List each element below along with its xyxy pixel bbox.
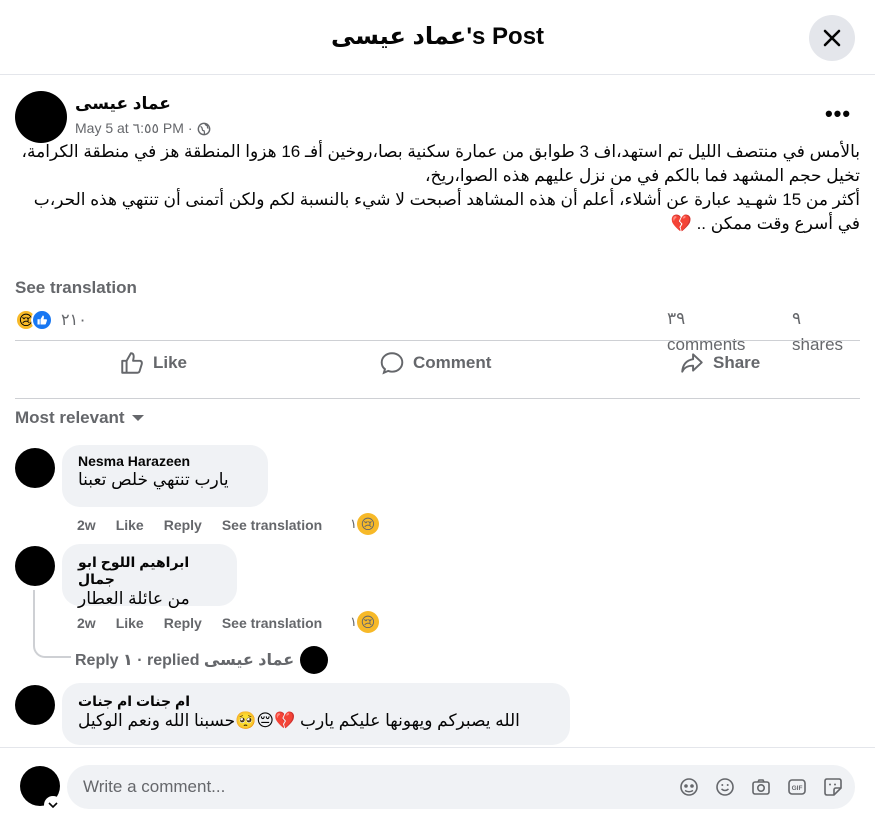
comment-time[interactable]: 2w xyxy=(77,615,96,631)
post-paragraph: تخيل حجم المشهد فما بالكم في من نزل عليه… xyxy=(424,166,860,185)
commenter-avatar[interactable] xyxy=(15,546,55,586)
divider xyxy=(15,340,860,341)
like-label: Like xyxy=(153,353,188,372)
comment-reply-button[interactable]: Reply xyxy=(164,517,202,533)
sort-label: Most relevant xyxy=(15,408,125,427)
gif-icon[interactable]: GIF xyxy=(785,775,809,799)
divider xyxy=(15,398,860,399)
comment-icon xyxy=(380,352,404,375)
emoji-icon[interactable] xyxy=(713,775,737,799)
post-text: بالأمس في منتصف الليل تم استهد،اف 3 طواب… xyxy=(14,140,860,236)
author-avatar[interactable] xyxy=(15,91,67,143)
comment-time[interactable]: 2w xyxy=(77,517,96,533)
comment-reaction-count: ١ xyxy=(350,614,357,629)
see-translation-link[interactable]: See translation xyxy=(15,278,137,298)
like-button[interactable]: Like xyxy=(119,350,187,376)
like-reaction-icon xyxy=(31,309,53,331)
shares-count-label: shares xyxy=(792,335,844,354)
comment-reaction[interactable]: ١ 😢 xyxy=(350,611,379,633)
close-button[interactable] xyxy=(809,15,855,61)
author-name[interactable]: عماد عيسى xyxy=(75,94,171,114)
comment-sort-dropdown[interactable]: Most relevant xyxy=(15,408,145,428)
share-icon xyxy=(681,353,703,373)
comment-reply-button[interactable]: Reply xyxy=(164,615,202,631)
sticker-icon[interactable] xyxy=(821,775,845,799)
sad-reaction-icon: 😢 xyxy=(356,513,379,535)
reactions-count: ٢١٠ xyxy=(61,312,87,329)
post-paragraph: بالأمس في منتصف الليل تم استهد،اف 3 طواب… xyxy=(21,142,860,161)
more-dots-icon: ••• xyxy=(824,101,852,126)
comment-text: الله يصبركم ويهونها عليكم يارب 💔😔🥺حسبنا … xyxy=(78,711,520,730)
commenter-name[interactable]: Nesma Harazeen xyxy=(78,453,252,469)
dialog-header: عماد عيسى's Post xyxy=(0,0,875,75)
post-paragraph: أكثر من 15 شهـيد عبارة عن أشلاء، أعلم أن… xyxy=(33,190,860,233)
comment-input-wrapper[interactable]: GIF xyxy=(67,765,855,809)
replies-text: عماد عيسى replied · ١ Reply xyxy=(75,652,295,669)
view-replies-link[interactable]: عماد عيسى replied · ١ Reply xyxy=(75,646,329,674)
camera-icon[interactable] xyxy=(749,775,773,799)
comment-composer: GIF xyxy=(0,747,875,832)
thread-connector xyxy=(33,590,71,658)
comment-actions: 2w Like Reply See translation xyxy=(77,615,342,631)
composer-tools: GIF xyxy=(677,775,845,799)
comments-count-number: ٣٩ xyxy=(667,309,686,328)
post-timestamp[interactable]: May 5 at ٦:٥٥ PM · xyxy=(75,120,193,137)
comment-translate-button[interactable]: See translation xyxy=(222,615,322,631)
commenter-name[interactable]: ام جنات ام جنات xyxy=(78,693,554,710)
close-icon xyxy=(823,29,841,47)
thumbs-up-icon xyxy=(121,352,143,374)
comment-text: من عائلة العطار xyxy=(78,589,190,608)
share-button[interactable]: Share xyxy=(679,350,760,376)
comment-text: يارب تنتهي خلص تعبنا xyxy=(78,470,229,489)
comment-actions: 2w Like Reply See translation xyxy=(77,517,342,533)
sad-reaction-icon: 😢 xyxy=(356,611,379,633)
comment-translate-button[interactable]: See translation xyxy=(222,517,322,533)
comment-bubble: ابراهيم اللوح ابو جمال من عائلة العطار xyxy=(62,544,237,608)
commenter-name[interactable]: ابراهيم اللوح ابو جمال xyxy=(78,554,221,588)
comment-label: Comment xyxy=(413,353,492,372)
comment-bubble: Nesma Harazeen يارب تنتهي خلص تعبنا xyxy=(62,445,268,507)
shares-count-number: ٩ xyxy=(792,309,802,328)
more-options-button[interactable]: ••• xyxy=(822,100,854,128)
reactions-summary[interactable]: 😢 ٢١٠ xyxy=(15,309,87,331)
avatar-sticker-icon[interactable] xyxy=(677,775,701,799)
comment-like-button[interactable]: Like xyxy=(116,615,144,631)
comment-reaction-count: ١ xyxy=(350,516,357,531)
svg-text:GIF: GIF xyxy=(792,785,803,792)
caret-down-icon xyxy=(131,415,144,421)
commenter-avatar[interactable] xyxy=(15,685,55,725)
chevron-down-icon xyxy=(48,802,58,809)
globe-icon xyxy=(197,122,210,135)
share-label: Share xyxy=(713,353,761,372)
commenter-avatar[interactable] xyxy=(15,448,55,488)
reply-author-avatar xyxy=(300,646,329,674)
comment-bubble: ام جنات ام جنات الله يصبركم ويهونها عليك… xyxy=(62,683,570,745)
comment-input[interactable] xyxy=(83,777,643,797)
shares-count[interactable]: ٩ shares xyxy=(792,306,843,358)
comment-like-button[interactable]: Like xyxy=(116,517,144,533)
dialog-title: عماد عيسى's Post xyxy=(330,23,545,50)
comment-reaction[interactable]: ١ 😢 xyxy=(350,513,379,535)
post-meta: May 5 at ٦:٥٥ PM · xyxy=(75,120,211,137)
comment-button[interactable]: Comment xyxy=(379,350,491,376)
profile-switch-button[interactable] xyxy=(44,796,62,814)
